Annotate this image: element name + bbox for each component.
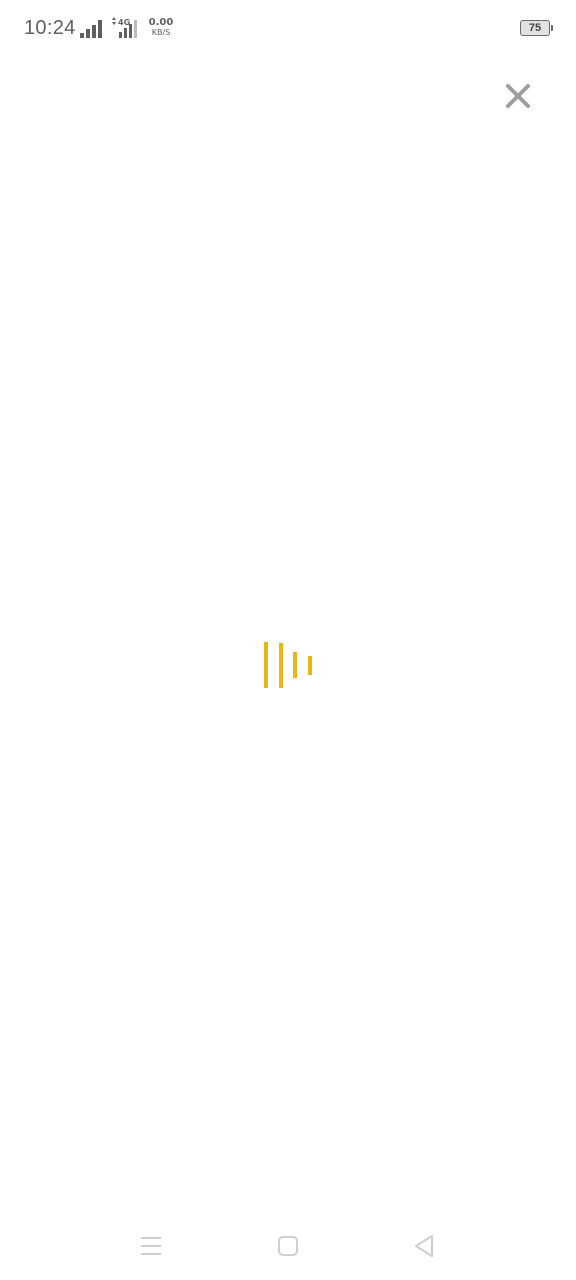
close-icon [506,84,530,108]
battery-icon: 75 [520,20,554,37]
menu-button[interactable] [138,1234,164,1258]
back-icon [415,1235,433,1257]
network-type-label: 4G [118,18,130,27]
loading-screen: 10:24 4G 0.00 KB/S 75 [0,0,576,1280]
net-speed-indicator: 0.00 KB/S [147,18,175,38]
net-speed-value: 0.00 [148,17,174,28]
mobile-data-4g-icon: 4G [110,16,144,38]
close-button[interactable] [500,78,536,114]
home-icon [278,1236,298,1256]
signal-strength-icon [80,20,106,38]
loading-bars-icon [264,642,312,688]
home-button[interactable] [276,1234,300,1258]
battery-level: 75 [520,20,550,36]
navigation-bar [0,1216,576,1280]
loading-indicator [262,640,316,692]
status-time: 10:24 [24,17,76,39]
menu-icon [141,1237,161,1255]
battery-tip [551,25,553,31]
status-bar: 10:24 4G 0.00 KB/S 75 [0,0,576,56]
net-speed-unit: KB/S [151,28,171,37]
back-button[interactable] [412,1233,438,1259]
